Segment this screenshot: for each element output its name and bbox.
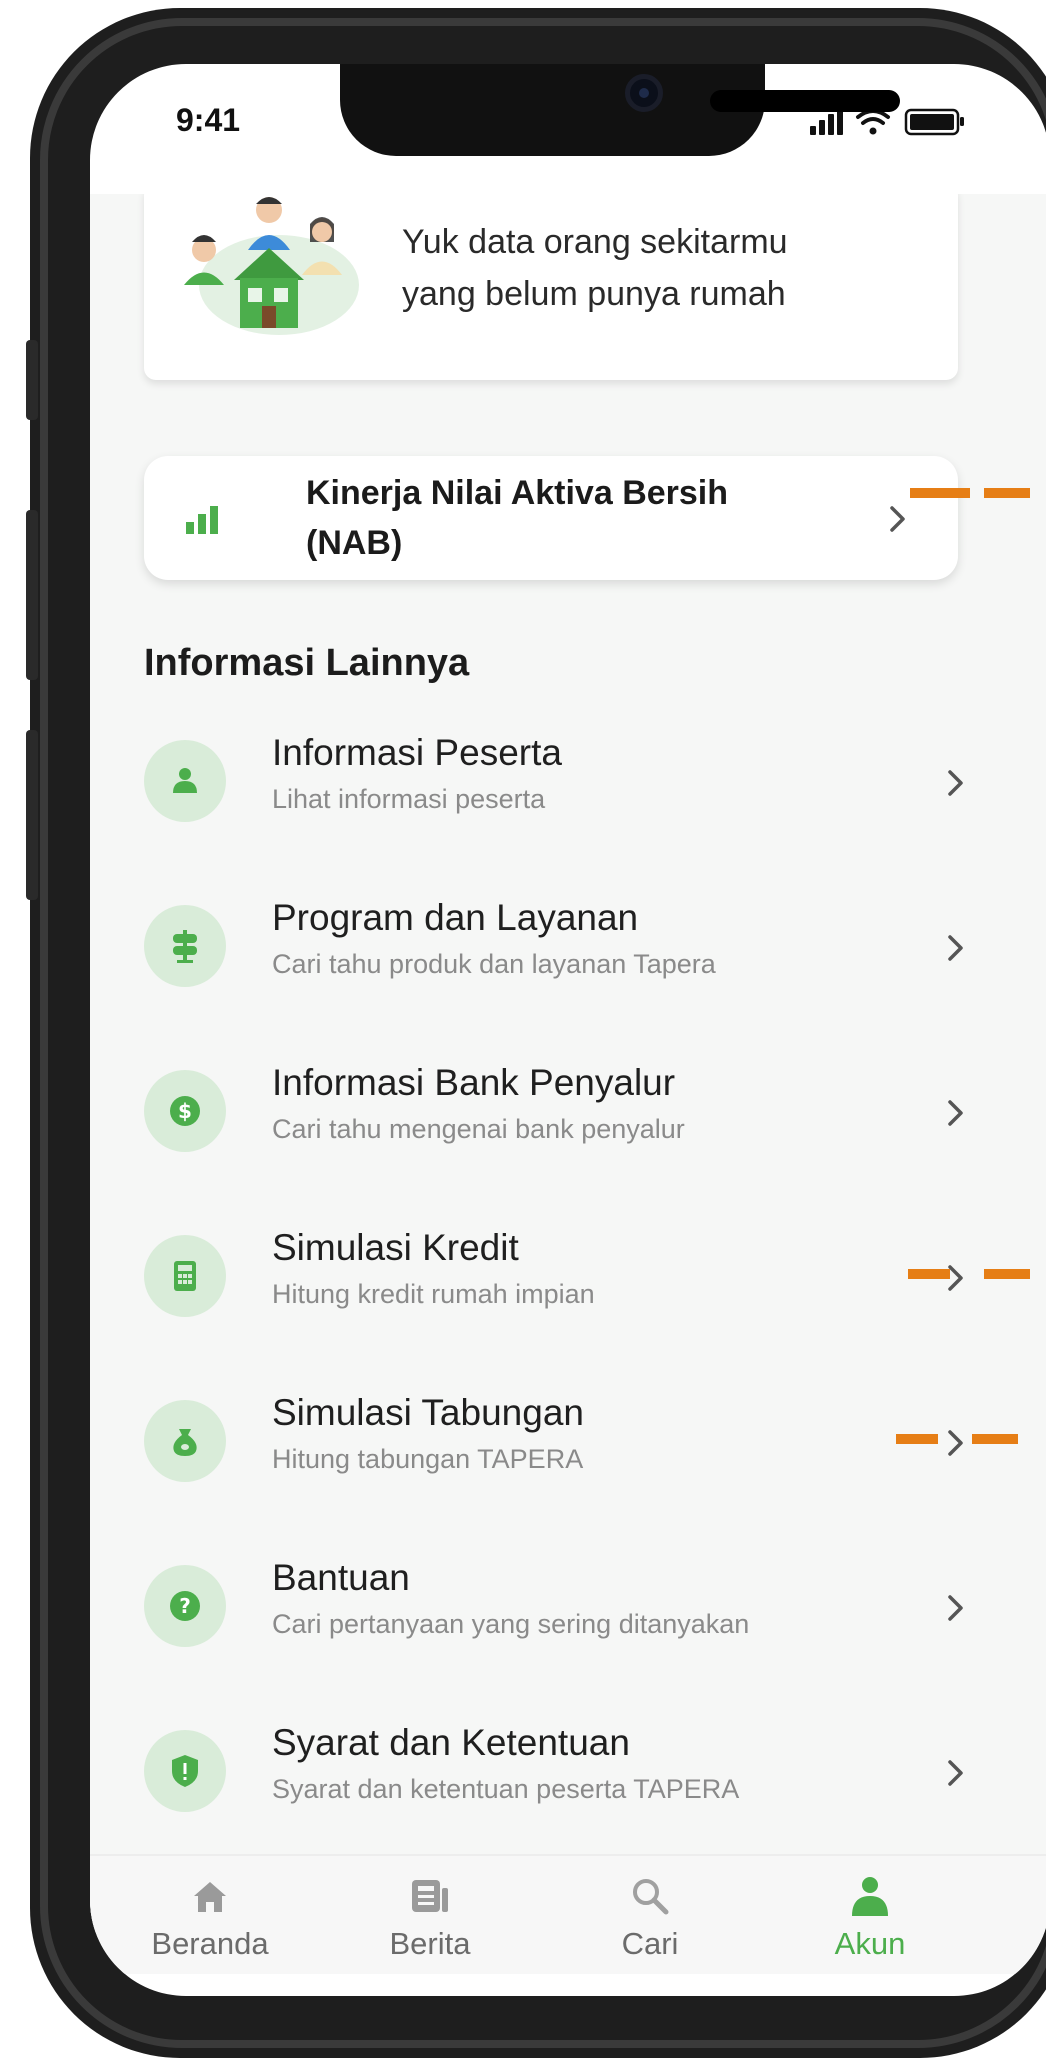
item-title: Bantuan <box>272 1557 410 1598</box>
item-icon-circle <box>144 1730 226 1812</box>
news-icon <box>412 1880 448 1912</box>
help-icon: ? <box>170 1591 200 1621</box>
chevron-right-icon <box>948 1100 963 1126</box>
annotation-dash <box>972 1434 1018 1444</box>
item-subtitle: Syarat dan ketentuan peserta TAPERA <box>272 1774 740 1804</box>
banner-text: Yuk data orang sekitarmu yang belum puny… <box>402 216 922 320</box>
account-icon <box>852 1877 888 1916</box>
annotation-dash <box>984 488 1030 498</box>
bottom-navigation: Beranda Berita Cari Akun <box>90 1854 1046 1974</box>
nab-title: Kinerja Nilai Aktiva Bersih (NAB) <box>306 468 826 568</box>
chevron-right-icon <box>948 770 963 796</box>
nab-title-line-2: (NAB) <box>306 524 403 562</box>
item-icon-circle <box>144 740 226 822</box>
money-bag-icon <box>173 1429 197 1456</box>
annotation-dash <box>984 1269 1030 1279</box>
speaker-grille <box>710 90 900 112</box>
banner-line-1: Yuk data orang sekitarmu <box>402 223 788 261</box>
section-title: Informasi Lainnya <box>144 642 470 684</box>
volume-down-button <box>26 730 38 900</box>
nab-performance-card[interactable]: Kinerja Nilai Aktiva Bersih (NAB) <box>144 456 958 580</box>
item-title: Simulasi Kredit <box>272 1227 519 1268</box>
item-title: Syarat dan Ketentuan <box>272 1722 630 1763</box>
item-icon-circle <box>144 1400 226 1482</box>
svg-text:$: $ <box>178 1099 192 1123</box>
banner-line-2: yang belum punya rumah <box>402 275 786 313</box>
item-subtitle: Cari tahu mengenai bank penyalur <box>272 1114 685 1144</box>
nav-item-akun[interactable]: Akun <box>770 1856 970 1976</box>
chevron-right-icon <box>948 1760 963 1786</box>
data-survey-banner[interactable]: Yuk data orang sekitarmu yang belum puny… <box>144 194 958 380</box>
notch <box>340 64 900 156</box>
person-icon <box>173 768 197 793</box>
menu-item-bank-penyalur[interactable]: $ Informasi Bank Penyalur Cari tahu meng… <box>144 1052 964 1172</box>
item-title: Informasi Bank Penyalur <box>272 1062 676 1103</box>
chevron-right-icon <box>948 935 963 961</box>
volume-up-button <box>26 510 38 680</box>
menu-item-program-layanan[interactable]: Program dan Layanan Cari tahu produk dan… <box>144 887 964 1007</box>
wifi-icon <box>856 109 890 125</box>
nav-item-cari[interactable]: Cari <box>550 1856 750 1976</box>
status-time: 9:41 <box>176 102 241 138</box>
calculator-icon <box>174 1261 196 1291</box>
content-scroll-area[interactable]: Yuk data orang sekitarmu yang belum puny… <box>90 194 1046 1932</box>
chevron-right-icon <box>890 506 905 532</box>
chevron-right-icon <box>948 1430 963 1456</box>
menu-item-bantuan[interactable]: ? Bantuan Cari pertanyaan yang sering di… <box>144 1547 964 1667</box>
nav-label: Berita <box>389 1926 471 1961</box>
item-subtitle: Hitung tabungan TAPERA <box>272 1444 584 1474</box>
item-icon-circle <box>144 905 226 987</box>
nab-title-line-1: Kinerja Nilai Aktiva Bersih <box>306 474 729 512</box>
nav-label: Cari <box>621 1926 679 1961</box>
item-icon-circle: $ <box>144 1070 226 1152</box>
annotation-dash <box>896 1434 938 1444</box>
chevron-right-icon <box>948 1595 963 1621</box>
shield-icon <box>172 1755 198 1787</box>
menu-item-simulasi-tabungan[interactable]: Simulasi Tabungan Hitung tabungan TAPERA <box>144 1382 964 1502</box>
signpost-icon <box>173 930 197 963</box>
bar-chart-icon <box>186 506 218 534</box>
annotation-dash <box>908 1269 950 1279</box>
home-icon <box>194 1882 226 1912</box>
search-icon <box>633 1879 669 1915</box>
phone-screen: 9:41 Yuk data orang sekitarmu yang belum… <box>90 64 1046 1996</box>
mute-switch <box>26 340 38 420</box>
nav-label-active: Akun <box>834 1926 906 1961</box>
nav-label: Beranda <box>151 1926 269 1961</box>
signal-icon <box>810 108 843 135</box>
nav-item-berita[interactable]: Berita <box>330 1856 530 1976</box>
battery-icon <box>904 108 964 136</box>
nav-item-beranda[interactable]: Beranda <box>110 1856 310 1976</box>
item-subtitle: Lihat informasi peserta <box>272 784 546 814</box>
menu-item-informasi-peserta[interactable]: Informasi Peserta Lihat informasi pesert… <box>144 722 964 842</box>
annotation-dash <box>910 488 970 498</box>
item-icon-circle <box>144 1235 226 1317</box>
front-camera <box>625 74 663 112</box>
item-title: Program dan Layanan <box>272 897 639 938</box>
item-subtitle: Hitung kredit rumah impian <box>272 1279 595 1309</box>
svg-text:?: ? <box>179 1594 191 1618</box>
item-subtitle: Cari tahu produk dan layanan Tapera <box>272 949 716 979</box>
menu-item-simulasi-kredit[interactable]: Simulasi Kredit Hitung kredit rumah impi… <box>144 1217 964 1337</box>
item-title: Simulasi Tabungan <box>272 1392 584 1433</box>
dollar-icon: $ <box>170 1096 200 1126</box>
item-icon-circle: ? <box>144 1565 226 1647</box>
item-title: Informasi Peserta <box>272 732 562 773</box>
item-subtitle: Cari pertanyaan yang sering ditanyakan <box>272 1609 750 1639</box>
menu-item-syarat-ketentuan[interactable]: Syarat dan Ketentuan Syarat dan ketentua… <box>144 1712 964 1832</box>
people-house-illustration <box>184 197 359 335</box>
